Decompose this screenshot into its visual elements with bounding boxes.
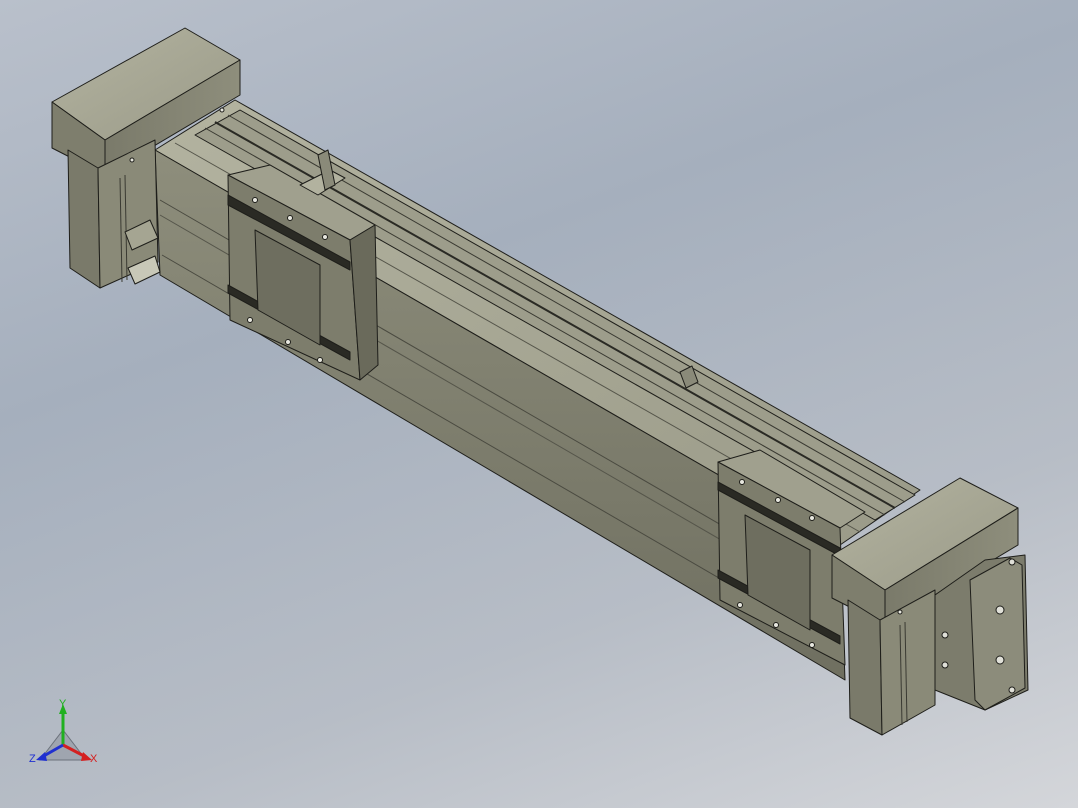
y-axis-label: Y xyxy=(59,698,67,710)
z-axis-label: Z xyxy=(29,753,36,765)
cad-viewport[interactable]: Y X Z xyxy=(0,0,1078,808)
x-axis-label: X xyxy=(90,753,98,765)
linear-actuator-model[interactable]: Y X Z xyxy=(0,0,1078,808)
orientation-triad[interactable]: Y X Z xyxy=(29,698,98,765)
